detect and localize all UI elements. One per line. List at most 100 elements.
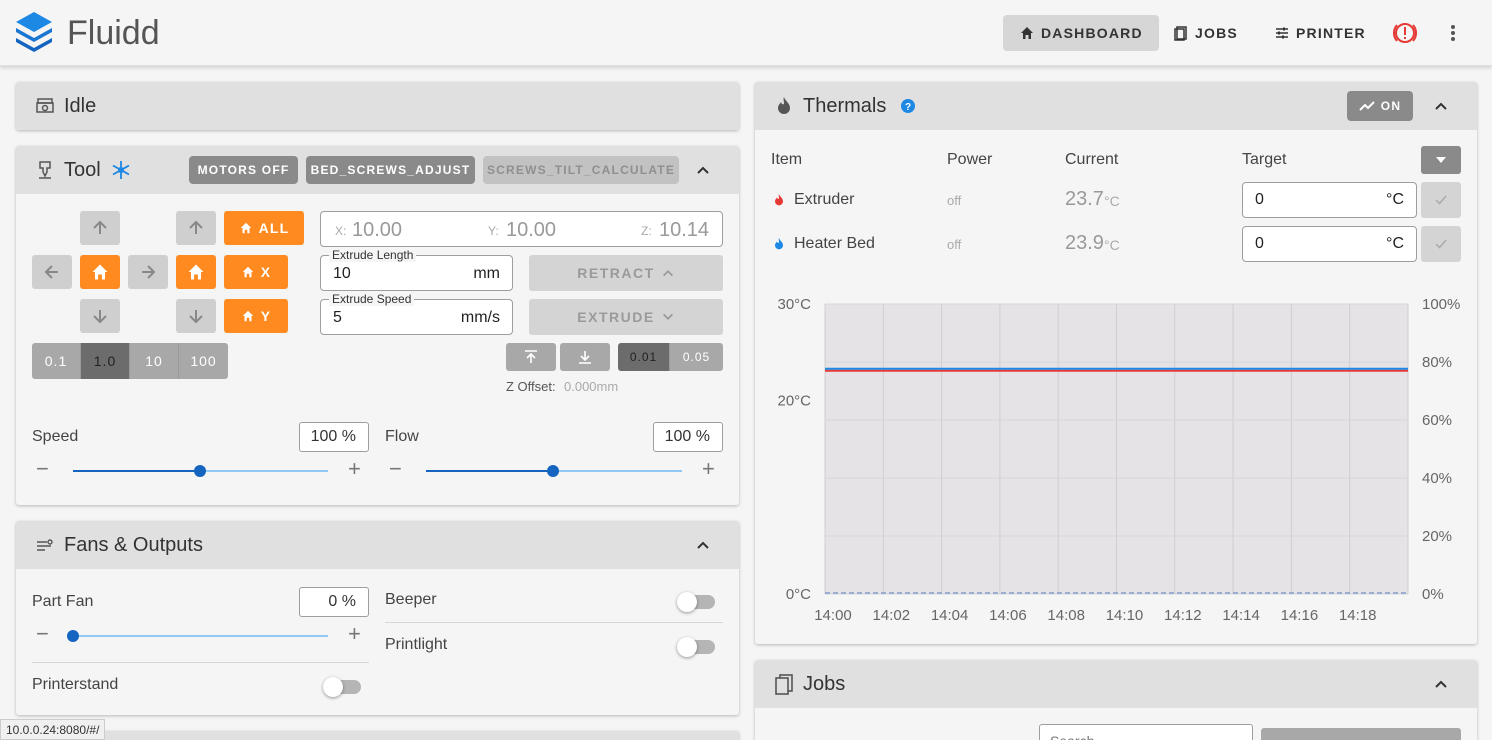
chart-toggle-button[interactable]: ON xyxy=(1347,91,1413,121)
chart-right-tick-label: 80% xyxy=(1422,354,1452,371)
help-icon[interactable]: ? xyxy=(900,98,916,114)
extrude-length-field[interactable]: Extrude Length 10 mm xyxy=(320,248,513,291)
home-z-button[interactable] xyxy=(176,255,216,289)
step-option[interactable]: 10 xyxy=(130,343,179,379)
part-fan-slider-track[interactable] xyxy=(73,635,328,637)
x-label: X: xyxy=(335,224,347,238)
flow-input[interactable]: 100 % xyxy=(653,422,723,452)
col-target-header: Target xyxy=(1242,151,1287,168)
collapse-chevron-icon[interactable] xyxy=(1433,98,1449,114)
extrude-button[interactable]: EXTRUDE xyxy=(529,299,723,335)
nav-printer-button[interactable]: PRINTER xyxy=(1258,15,1382,51)
next-card-stub xyxy=(16,731,739,740)
y-position: 10.00 xyxy=(506,219,557,241)
motors-off-button[interactable]: MOTORS OFF xyxy=(189,156,298,184)
status-title: Idle xyxy=(64,94,97,117)
speed-slider-thumb[interactable] xyxy=(194,465,206,477)
part-fan-input[interactable]: 0 % xyxy=(299,587,369,617)
printlight-label: Printlight xyxy=(385,636,448,653)
flow-plus-icon[interactable]: + xyxy=(702,456,715,482)
jog-x-right-button[interactable] xyxy=(128,255,168,289)
collapse-chevron-icon[interactable] xyxy=(695,162,711,178)
extruder-target-input[interactable]: 0 °C xyxy=(1242,182,1417,218)
thermals-title: Thermals xyxy=(803,94,887,117)
chart-left-tick-label: 30°C xyxy=(777,296,811,313)
more-menu-icon[interactable] xyxy=(1449,24,1457,42)
motors-snowflake-icon xyxy=(111,160,131,180)
home-x-button[interactable]: X xyxy=(224,255,288,289)
nav-jobs-button[interactable]: JOBS xyxy=(1157,15,1254,51)
home-xy-button[interactable] xyxy=(80,255,120,289)
extrude-length-value[interactable]: 10 xyxy=(333,265,351,283)
part-fan-label: Part Fan xyxy=(32,593,94,610)
z-offset-up-button[interactable] xyxy=(506,343,556,371)
step-option[interactable]: 100 xyxy=(179,343,228,379)
retract-button[interactable]: RETRACT xyxy=(529,255,723,291)
bed-target-input[interactable]: 0 °C xyxy=(1242,226,1417,262)
jobs-toolbar[interactable] xyxy=(1261,728,1461,740)
emergency-stop-icon[interactable] xyxy=(1392,21,1418,45)
extruder-current-unit: °C xyxy=(1104,193,1120,209)
bed-target-value[interactable]: 0 xyxy=(1255,235,1264,253)
position-readout: X: 10.00 Y: 10.00 Z: 10.14 xyxy=(320,211,723,247)
home-icon xyxy=(1021,27,1033,39)
file-icon xyxy=(1174,26,1187,41)
jog-x-left-button[interactable] xyxy=(32,255,72,289)
z-offset-down-button[interactable] xyxy=(560,343,610,371)
z-step-option[interactable]: 0.05 xyxy=(670,343,723,371)
bed-screws-adjust-button[interactable]: BED_SCREWS_ADJUST xyxy=(306,156,475,184)
printerstand-toggle[interactable] xyxy=(323,677,361,697)
extruder-target-value[interactable]: 0 xyxy=(1255,191,1264,209)
arrow-up-icon xyxy=(93,220,107,234)
printerstand-label: Printerstand xyxy=(32,676,119,693)
home-all-button[interactable]: ALL xyxy=(224,211,304,245)
jobs-search-input[interactable]: Search xyxy=(1039,724,1253,740)
flow-slider-thumb[interactable] xyxy=(547,465,559,477)
jog-y-up-button[interactable] xyxy=(80,211,120,245)
home-y-button[interactable]: Y xyxy=(224,299,288,333)
nav-jobs-label: JOBS xyxy=(1195,25,1238,41)
xy-step-selector[interactable]: 0.1 1.0 10 100 xyxy=(32,343,228,379)
part-fan-slider-thumb[interactable] xyxy=(67,630,79,642)
speed-input[interactable]: 100 % xyxy=(299,422,369,452)
step-option-selected[interactable]: 1.0 xyxy=(81,343,130,379)
speed-minus-icon[interactable]: − xyxy=(36,456,49,482)
jog-y-down-button[interactable] xyxy=(80,299,120,333)
temperature-chart: 100% 80% 60% 40% 20% 0% 30°C 20°C 0°C14:00 14:02 1… xyxy=(777,296,1460,624)
screws-tilt-calculate-button[interactable]: SCREWS_TILT_CALCULATE xyxy=(483,156,679,184)
arrow-left-icon xyxy=(44,265,58,279)
jog-z-up-button[interactable] xyxy=(176,211,216,245)
extrude-speed-unit: mm/s xyxy=(460,309,500,326)
chart-toggle-label: ON xyxy=(1380,99,1402,113)
part-fan-plus-icon[interactable]: + xyxy=(348,621,361,647)
collapse-chevron-icon[interactable] xyxy=(695,537,711,553)
nav-dashboard-button[interactable]: DASHBOARD xyxy=(1003,15,1159,51)
z-offset-step-selector[interactable]: 0.01 0.05 xyxy=(618,343,723,371)
arrow-right-icon xyxy=(142,265,156,279)
chart-x-tick-label: 14:18 xyxy=(1339,607,1377,624)
speed-label: Speed xyxy=(32,428,79,445)
nav-dashboard-label: DASHBOARD xyxy=(1041,25,1143,41)
flow-minus-icon[interactable]: − xyxy=(389,456,402,482)
collapse-chevron-icon[interactable] xyxy=(1433,676,1449,692)
thermals-menu-button[interactable] xyxy=(1421,146,1461,174)
chart-x-tick-label: 14:08 xyxy=(1047,607,1085,624)
beeper-toggle[interactable] xyxy=(677,592,715,612)
svg-text:?: ? xyxy=(905,102,911,113)
extrude-speed-field[interactable]: Extrude Speed 5 mm/s xyxy=(320,292,513,335)
home-icon xyxy=(92,264,108,280)
bed-apply-button[interactable] xyxy=(1421,226,1461,262)
step-option[interactable]: 0.1 xyxy=(32,343,81,379)
part-fan-minus-icon[interactable]: − xyxy=(36,621,49,647)
speed-plus-icon[interactable]: + xyxy=(348,456,361,482)
extruder-current: 23.7 xyxy=(1065,188,1104,210)
extrude-speed-value[interactable]: 5 xyxy=(333,309,342,327)
chart-right-tick-label: 100% xyxy=(1422,296,1460,313)
bed-current-unit: °C xyxy=(1104,237,1120,253)
home-icon xyxy=(242,310,253,322)
z-step-option-selected[interactable]: 0.01 xyxy=(618,343,670,371)
printlight-toggle[interactable] xyxy=(677,637,715,657)
extruder-fire-icon xyxy=(775,194,783,206)
jog-z-down-button[interactable] xyxy=(176,299,216,333)
extruder-apply-button[interactable] xyxy=(1421,182,1461,218)
